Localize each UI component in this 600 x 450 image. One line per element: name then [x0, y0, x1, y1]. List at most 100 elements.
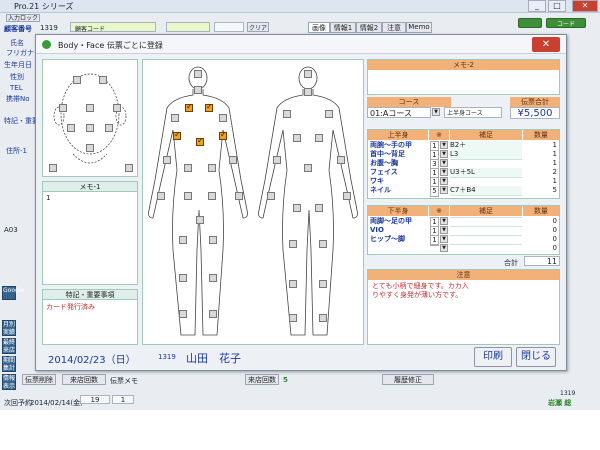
face-square[interactable] [73, 76, 81, 84]
lower-row-comment[interactable] [450, 226, 522, 227]
upper-row-comment[interactable] [450, 177, 522, 178]
body-square[interactable] [343, 192, 351, 200]
body-square[interactable] [319, 314, 327, 322]
body-square[interactable] [289, 240, 297, 248]
body-square[interactable] [315, 134, 323, 142]
lower-row-comment[interactable] [450, 235, 522, 236]
monthly-button[interactable]: 月別 実績 [2, 320, 16, 336]
face-square[interactable] [99, 76, 107, 84]
print-button[interactable]: 印刷 [474, 347, 512, 367]
body-checked-square[interactable] [185, 102, 193, 112]
info-button[interactable]: 情報 表示 [2, 374, 16, 390]
bg-field[interactable] [166, 22, 210, 32]
close-dialog-button[interactable]: 閉じる [516, 347, 556, 367]
upper-row-qty[interactable]: 5 [523, 186, 559, 195]
course-dropdown-icon[interactable]: ▼ [432, 108, 440, 116]
dropdown-icon[interactable]: ▼ [440, 217, 448, 225]
lower-row-qty[interactable]: 0 [523, 217, 559, 226]
upper-row-qty[interactable]: 1 [523, 177, 559, 186]
delete-slip-button[interactable]: 伝票削除 [22, 374, 56, 385]
dropdown-icon[interactable]: ▼ [440, 235, 448, 243]
body-square[interactable] [293, 134, 301, 142]
face-square[interactable] [125, 164, 133, 172]
body-square[interactable] [293, 204, 301, 212]
dropdown-icon[interactable]: ▼ [440, 177, 448, 185]
body-square[interactable] [157, 192, 165, 200]
body-checked-square[interactable] [219, 130, 227, 140]
body-square[interactable] [219, 114, 227, 122]
upper-row-qty[interactable]: 1 [523, 150, 559, 159]
dropdown-icon[interactable]: ▼ [440, 226, 448, 234]
body-square[interactable] [179, 310, 187, 318]
google-button[interactable]: Google [2, 286, 24, 300]
body-square[interactable] [208, 164, 216, 172]
body-square[interactable] [304, 88, 312, 96]
body-square[interactable] [184, 164, 192, 172]
customer-code-field[interactable]: 顧客コード [70, 22, 156, 33]
tab-image[interactable]: 画像 [308, 22, 330, 33]
body-square[interactable] [325, 110, 333, 118]
upper-row-qty[interactable]: 1 [523, 159, 559, 168]
lower-row-n[interactable] [430, 244, 439, 246]
face-square[interactable] [67, 124, 75, 132]
body-square[interactable] [304, 164, 312, 172]
body-square[interactable] [289, 314, 297, 322]
lower-row-qty[interactable]: 0 [523, 244, 559, 253]
dialog-close-button[interactable]: ✕ [532, 37, 560, 52]
upper-row-qty[interactable]: 1 [523, 141, 559, 150]
body-square[interactable] [179, 274, 187, 282]
body-square[interactable] [208, 192, 216, 200]
history-edit-button[interactable]: 履歴修正 [382, 374, 434, 385]
memo1-value[interactable]: 1 [46, 194, 50, 202]
body-square[interactable] [163, 156, 171, 164]
tab-info2[interactable]: 情報2 [356, 22, 382, 33]
body-square[interactable] [273, 156, 281, 164]
lower-row-comment[interactable] [450, 217, 522, 218]
face-square[interactable] [113, 104, 121, 112]
body-square[interactable] [194, 86, 202, 94]
body-square[interactable] [315, 204, 323, 212]
close-app-button[interactable]: ✕ [572, 0, 598, 12]
visit-count-button[interactable]: 来店回数 [62, 374, 106, 385]
code-button[interactable]: コード [546, 18, 586, 28]
body-square[interactable] [289, 280, 297, 288]
dropdown-icon[interactable]: ▼ [440, 168, 448, 176]
notes-value[interactable]: カード発行済み [46, 302, 95, 312]
face-square[interactable] [86, 104, 94, 112]
dropdown-icon[interactable]: ▼ [440, 244, 448, 252]
bg-field-small[interactable] [214, 22, 244, 32]
face-square[interactable] [86, 144, 94, 152]
dropdown-icon[interactable]: ▼ [440, 159, 448, 167]
body-square[interactable] [179, 236, 187, 244]
tab-caution[interactable]: 注意 [382, 22, 406, 33]
visit-count-button-2[interactable]: 来店回数 [245, 374, 279, 385]
dropdown-icon[interactable]: ▼ [440, 186, 448, 194]
body-checked-square[interactable] [205, 102, 213, 112]
maximize-button[interactable]: □ [548, 0, 566, 12]
face-square[interactable] [86, 124, 94, 132]
clear-button[interactable]: クリア [247, 22, 269, 32]
face-square[interactable] [59, 104, 67, 112]
body-square[interactable] [304, 70, 312, 78]
body-checked-square[interactable] [196, 136, 204, 146]
lower-row-qty[interactable]: 0 [523, 226, 559, 235]
upper-row-qty[interactable]: 2 [523, 168, 559, 177]
body-square[interactable] [209, 274, 217, 282]
upper-row-comment[interactable]: C7＋B4 [450, 186, 522, 196]
tab-memo[interactable]: Memo [406, 22, 432, 33]
body-square[interactable] [229, 156, 237, 164]
input-lock-pill[interactable]: 入力ロック [6, 14, 40, 22]
course-select[interactable]: 01:Aコース [367, 107, 431, 118]
bg-green-button[interactable] [518, 18, 542, 28]
face-square[interactable] [49, 164, 57, 172]
body-square[interactable] [171, 114, 179, 122]
face-square[interactable] [105, 124, 113, 132]
period-button[interactable]: 期間 集計 [2, 356, 16, 372]
minimize-button[interactable]: _ [528, 0, 546, 12]
body-square[interactable] [235, 192, 243, 200]
body-square[interactable] [267, 192, 275, 200]
tab-info1[interactable]: 情報1 [330, 22, 356, 33]
lower-row-comment[interactable] [450, 244, 522, 245]
body-square[interactable] [196, 216, 204, 224]
body-square[interactable] [209, 236, 217, 244]
